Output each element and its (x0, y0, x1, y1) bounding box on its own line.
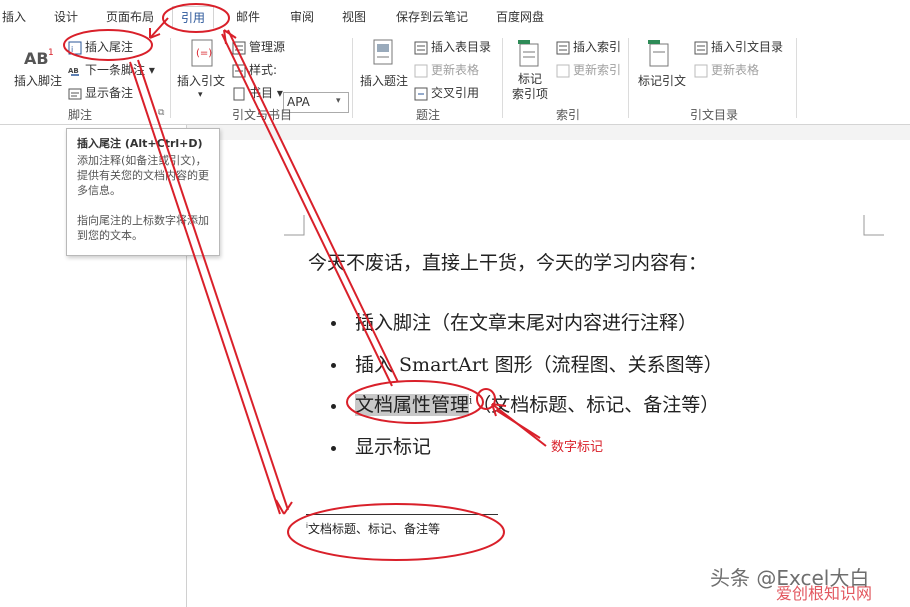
annotation-line (221, 33, 393, 387)
annotation-line (129, 61, 281, 515)
annotation-line (137, 59, 289, 511)
annotation-line (227, 29, 399, 383)
annotation-label: 数字标记 (551, 440, 604, 455)
annotation-ellipse-endnote (287, 503, 505, 561)
annotation-overlay (63, 3, 547, 561)
annotation-ellipse-tab (162, 3, 230, 33)
annotation-arrow (495, 409, 541, 439)
watermark-2: 爱创根知识网 (776, 584, 873, 603)
annotation-ellipse-selection (346, 380, 484, 424)
annotation-ellipse-endnote-button (63, 29, 153, 61)
